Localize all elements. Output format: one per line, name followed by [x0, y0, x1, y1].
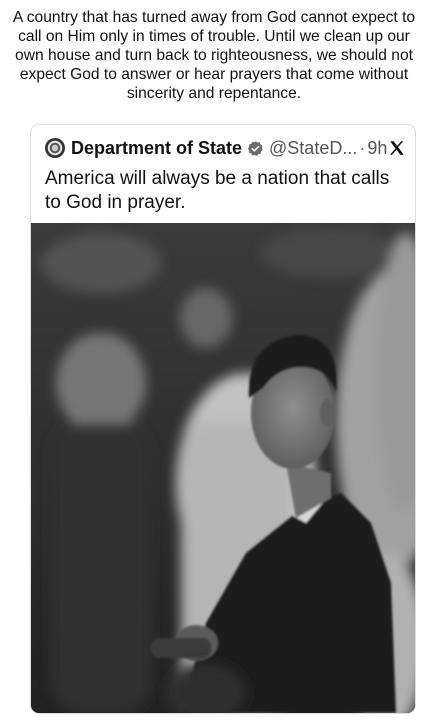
quoted-post-header: Department of State @StateD... · 9h — [45, 135, 407, 161]
post-photo[interactable] — [31, 223, 415, 713]
verified-badge-icon — [247, 140, 263, 156]
post-timestamp[interactable]: 9h — [367, 138, 387, 159]
author-name[interactable]: Department of State — [71, 138, 242, 159]
x-logo-icon — [390, 141, 405, 155]
quoted-post-text: America will always be a nation that cal… — [45, 168, 390, 213]
quoted-post-card[interactable]: Department of State @StateD... · 9h Amer… — [30, 124, 416, 714]
post-caption: A country that has turned away from God … — [12, 9, 416, 102]
meta-separator: · — [359, 137, 366, 158]
department-of-state-seal-icon[interactable] — [45, 138, 65, 158]
author-handle[interactable]: @StateD... — [269, 138, 357, 159]
photo-grayscale-prayer-scene — [31, 223, 415, 713]
